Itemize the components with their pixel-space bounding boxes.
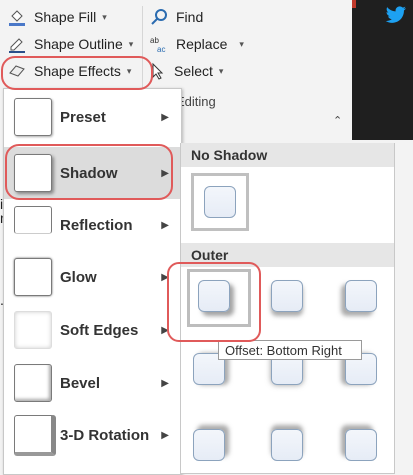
menu-item-preset[interactable]: Preset ▶ (4, 92, 181, 142)
svg-text:ac: ac (157, 45, 165, 53)
chevron-right-icon: ▶ (161, 429, 169, 441)
menu-item-shadow[interactable]: Shadow ▶ (4, 147, 181, 199)
shape-effects-button[interactable]: Shape Effects ▾ (8, 59, 131, 83)
reflection-thumbnail (14, 206, 52, 234)
glow-thumbnail (14, 258, 52, 296)
shape-effects-menu: Preset ▶ Shadow ▶ Reflection ▶ Glow ▶ So… (3, 88, 182, 475)
background-dark-panel (352, 0, 413, 140)
menu-item-label: Preset (60, 108, 106, 126)
chevron-down-icon: ▾ (239, 38, 244, 49)
offset-top-option[interactable] (271, 429, 303, 461)
chevron-right-icon: ▶ (161, 377, 169, 389)
paint-bucket-icon (9, 10, 25, 26)
chevron-down-icon: ▾ (126, 65, 132, 76)
menu-item-label: Reflection (60, 216, 133, 234)
menu-item-bevel[interactable]: Bevel ▶ (4, 358, 181, 408)
shape-outline-button[interactable]: Shape Outline ▾ (8, 32, 133, 56)
no-shadow-swatch (204, 186, 236, 218)
offset-top-left-option[interactable] (345, 429, 377, 461)
menu-item-label: Glow (60, 268, 97, 286)
replace-button[interactable]: ab ac Replace ▾ (150, 32, 244, 56)
no-shadow-option[interactable] (191, 173, 249, 231)
chevron-right-icon: ▶ (161, 111, 169, 123)
shape-fill-label: Shape Fill (34, 9, 97, 25)
chevron-down-icon: ▾ (102, 11, 107, 22)
shape-fill-button[interactable]: Shape Fill ▾ (8, 5, 107, 29)
accent-stripe (352, 0, 356, 8)
chevron-right-icon: ▶ (161, 271, 169, 283)
twitter-icon (385, 6, 406, 23)
menu-item-soft-edges[interactable]: Soft Edges ▶ (4, 305, 181, 355)
find-label: Find (176, 9, 204, 25)
menu-item-reflection[interactable]: Reflection ▶ (4, 200, 181, 250)
chevron-right-icon: ▶ (161, 219, 169, 231)
bevel-thumbnail (14, 364, 52, 402)
shape-effects-icon (9, 65, 25, 77)
chevron-right-icon: ▶ (161, 167, 169, 179)
replace-icon: ab ac (150, 36, 165, 53)
no-shadow-header: No Shadow (181, 143, 394, 167)
menu-item-label: Soft Edges (60, 321, 139, 339)
replace-label: Replace (176, 36, 228, 52)
preset-thumbnail (14, 98, 52, 136)
shadow-gallery: No Shadow Outer (180, 143, 395, 474)
shape-effects-label: Shape Effects (34, 63, 121, 79)
offset-top-right-option[interactable] (193, 429, 225, 461)
select-button[interactable]: Select ▾ (150, 59, 223, 83)
menu-item-label: Bevel (60, 374, 101, 392)
offset-bottom-left-option[interactable] (345, 280, 377, 312)
menu-item-3d-rotation[interactable]: 3-D Rotation ▶ (4, 410, 181, 460)
menu-item-label: 3-D Rotation (60, 426, 150, 444)
offset-bottom-option[interactable] (271, 280, 303, 312)
shadow-thumbnail (14, 154, 52, 192)
menu-item-glow[interactable]: Glow ▶ (4, 252, 181, 302)
cursor-arrow-icon (152, 62, 164, 80)
chevron-right-icon: ▶ (161, 324, 169, 336)
magnifier-icon (151, 9, 167, 25)
chevron-down-icon: ▾ (218, 65, 224, 76)
collapse-ribbon-icon[interactable]: ⌃ (333, 114, 342, 127)
shape-outline-label: Shape Outline (34, 36, 123, 52)
offset-bottom-right-swatch (198, 280, 230, 312)
find-button[interactable]: Find (150, 5, 203, 29)
offset-bottom-right-option[interactable] (187, 269, 251, 327)
svg-text:ab: ab (150, 36, 159, 45)
tooltip: Offset: Bottom Right (218, 340, 362, 360)
select-label: Select (174, 63, 213, 79)
pencil-icon (9, 38, 25, 53)
chevron-down-icon: ▾ (128, 38, 134, 49)
menu-item-label: Shadow (60, 164, 118, 182)
soft-edges-thumbnail (14, 311, 52, 349)
outer-header: Outer (181, 243, 394, 267)
3d-rotation-thumbnail (14, 414, 56, 456)
